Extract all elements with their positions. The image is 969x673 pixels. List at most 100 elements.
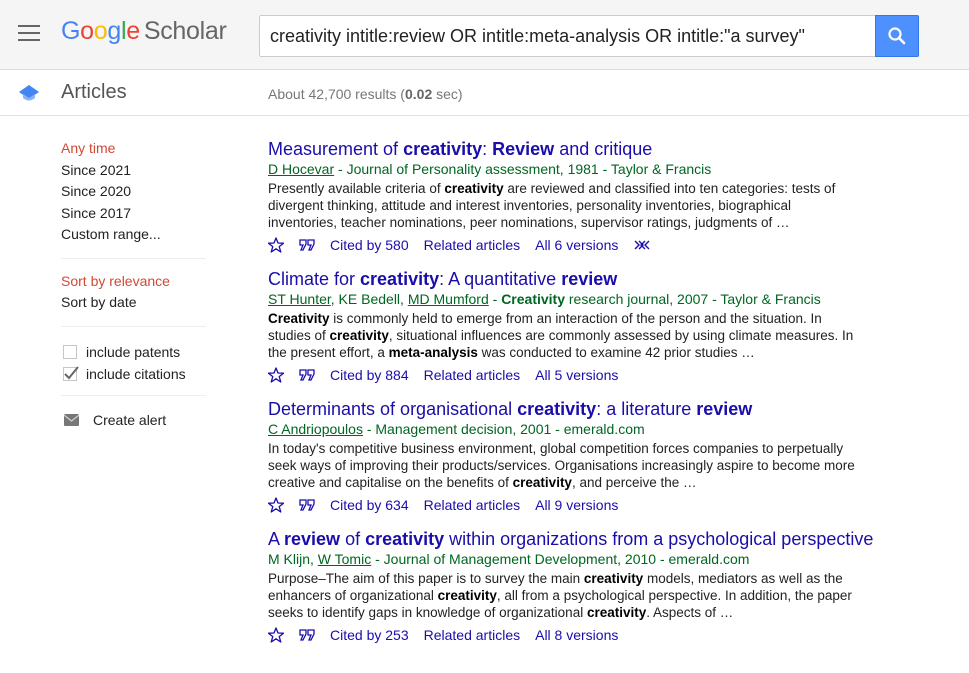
checkbox-label: include citations [86,365,186,382]
result-actions: Cited by 253 Related articles All 8 vers… [268,626,908,644]
title-text: review [696,399,753,419]
snippet-text: meta-analysis [388,345,478,360]
result-snippet: Presently available criteria of creativi… [268,180,863,231]
title-text: : [482,139,493,159]
cited-by-link[interactable]: Cited by 884 [330,367,409,383]
related-articles-link[interactable]: Related articles [424,367,521,383]
search-input[interactable] [259,15,876,57]
cite-quote-icon[interactable] [299,498,315,512]
stats-prefix: About 42,700 results ( [268,86,405,102]
sort-options: Sort by relevance Sort by date [61,273,206,316]
title-text: : a literature [596,399,697,419]
all-versions-link[interactable]: All 6 versions [535,237,618,253]
title-text: Determinants of organisational [268,399,518,419]
snippet-text: Presently available criteria of [268,181,445,196]
graduation-cap-icon [19,85,39,101]
author-link[interactable]: ST Hunter [268,291,331,307]
more-chevron-icon[interactable] [633,239,651,251]
checkbox-unchecked[interactable] [63,344,77,359]
search-result: Determinants of organisational creativit… [268,398,908,514]
title-text: review [284,529,341,549]
result-meta: D Hocevar - Journal of Personality asses… [268,160,908,178]
filter-since-2021[interactable]: Since 2021 [61,162,206,184]
hamburger-menu-icon[interactable] [18,25,40,43]
include-patents-checkbox[interactable]: include patents [61,341,206,363]
snippet-text: , and perceive the … [571,475,697,490]
sort-by-relevance[interactable]: Sort by relevance [61,273,206,295]
meta-text: research journal, 2007 - Taylor & Franci… [565,291,821,307]
meta-text: - Journal of Management Development, 201… [371,551,750,567]
search-result: Measurement of creativity: Review and cr… [268,138,908,254]
cited-by-link[interactable]: Cited by 580 [330,237,409,253]
divider [61,325,206,327]
snippet-text: creativity [586,605,647,620]
result-meta: C Andriopoulos - Management decision, 20… [268,420,908,438]
star-icon[interactable] [268,497,284,513]
result-snippet: Creativity is commonly held to emerge fr… [268,310,863,361]
meta-text: - [488,291,502,307]
cited-by-link[interactable]: Cited by 634 [330,497,409,513]
star-icon[interactable] [268,367,284,383]
create-alert-link[interactable]: Create alert [61,410,206,430]
snippet-text: creativity [437,588,497,603]
result-snippet: Purpose–The aim of this paper is to surv… [268,570,863,621]
cited-by-link[interactable]: Cited by 253 [330,627,409,643]
snippet-text: was conducted to examine 42 prior studie… [477,345,755,360]
title-text: Measurement of [268,139,404,159]
snippet-text: creativity [444,181,504,196]
checkmark-icon [64,365,79,379]
title-text: : A quantitative [439,269,562,289]
filter-since-2020[interactable]: Since 2020 [61,183,206,205]
sort-by-date[interactable]: Sort by date [61,294,206,316]
result-snippet: In today's competitive business environm… [268,440,863,491]
logo-letter: o [93,17,108,45]
related-articles-link[interactable]: Related articles [424,627,521,643]
meta-text: - Journal of Personality assessment, 198… [334,161,712,177]
results-list: Measurement of creativity: Review and cr… [268,138,908,658]
title-text: and critique [554,139,653,159]
title-text: creativity [360,269,440,289]
star-icon[interactable] [268,237,284,253]
result-title-link[interactable]: A review of creativity within organizati… [268,528,908,550]
search-button[interactable] [875,15,919,57]
include-citations-checkbox[interactable]: include citations [61,363,206,385]
related-articles-link[interactable]: Related articles [424,497,521,513]
result-actions: Cited by 884 Related articles All 5 vers… [268,366,908,384]
all-versions-link[interactable]: All 8 versions [535,627,618,643]
snippet-text: creativity [583,571,644,586]
title-text: A [268,529,285,549]
result-title-link[interactable]: Climate for creativity: A quantitative r… [268,268,908,290]
cite-quote-icon[interactable] [299,628,315,642]
author-link[interactable]: MD Mumford [408,291,489,307]
google-scholar-logo[interactable]: Google Scholar [61,17,227,46]
snippet-text: creativity [329,328,389,343]
all-versions-link[interactable]: All 5 versions [535,367,618,383]
cite-quote-icon[interactable] [299,368,315,382]
result-meta: M Klijn, W Tomic - Journal of Management… [268,550,908,568]
logo-letter: g [107,17,121,45]
checkbox-checked[interactable] [63,365,79,381]
create-alert-label: Create alert [93,411,167,428]
star-icon[interactable] [268,627,284,643]
logo-letter: o [80,17,94,45]
title-text: creativity [403,139,483,159]
author-link[interactable]: D Hocevar [268,161,334,177]
meta-text: M Klijn, [268,551,318,567]
envelope-icon [64,413,79,426]
cite-quote-icon[interactable] [299,238,315,252]
author-link[interactable]: W Tomic [318,551,371,567]
section-label[interactable]: Articles [61,81,127,104]
author-link[interactable]: C Andriopoulos [268,421,363,437]
title-text: creativity [365,529,445,549]
snippet-text: creativity [512,475,572,490]
filter-any-time[interactable]: Any time [61,140,206,162]
filter-since-2017[interactable]: Since 2017 [61,205,206,227]
all-versions-link[interactable]: All 9 versions [535,497,618,513]
result-meta: ST Hunter, KE Bedell, MD Mumford - Creat… [268,290,908,308]
result-title-link[interactable]: Measurement of creativity: Review and cr… [268,138,908,160]
snippet-text: Creativity [268,311,330,326]
logo-product: Scholar [143,17,227,45]
result-title-link[interactable]: Determinants of organisational creativit… [268,398,908,420]
related-articles-link[interactable]: Related articles [424,237,521,253]
filter-custom-range[interactable]: Custom range... [61,226,206,248]
